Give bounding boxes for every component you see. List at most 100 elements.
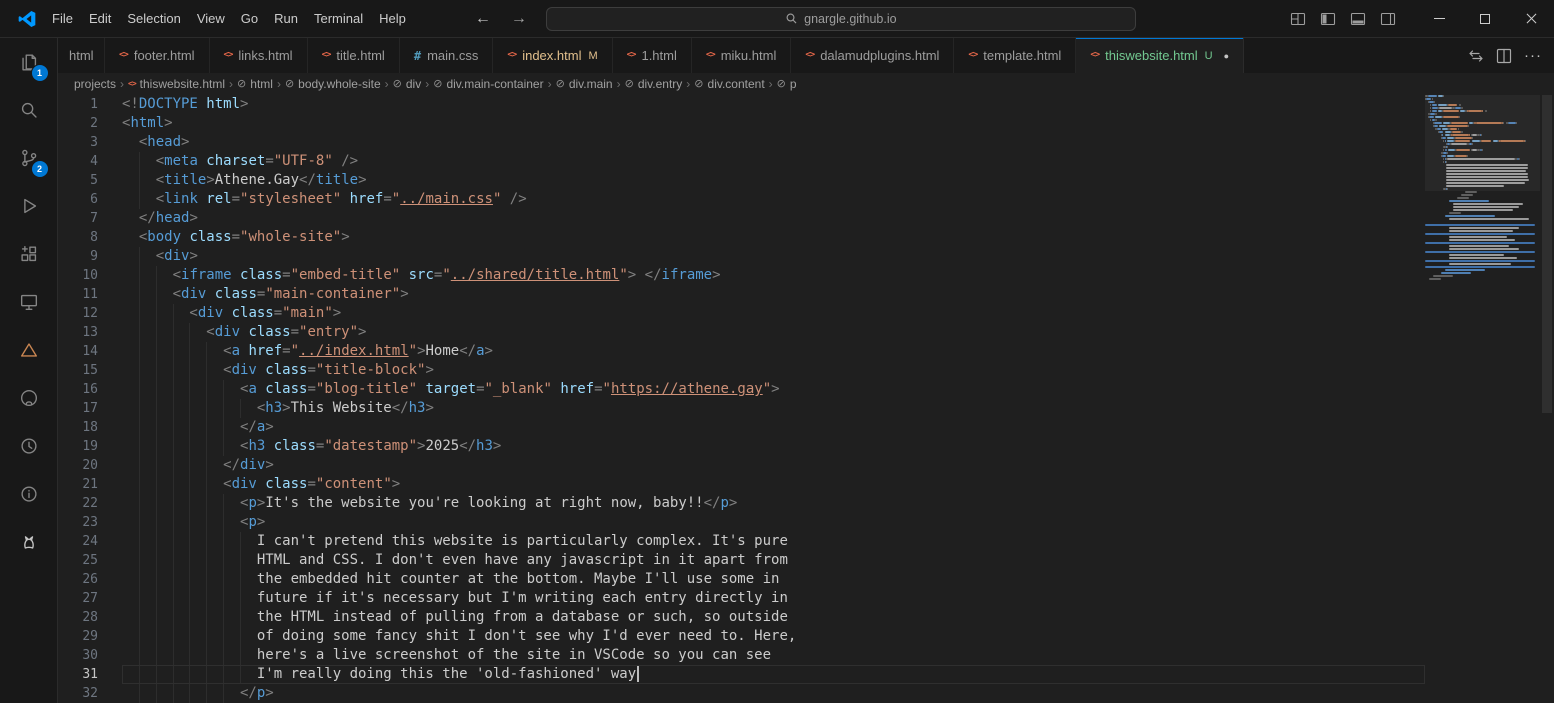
code-line[interactable]: 22 <p>It's the website you're looking at… — [58, 494, 1425, 513]
line-number[interactable]: 31 — [58, 665, 98, 684]
timeline-icon[interactable] — [5, 422, 53, 470]
code-line[interactable]: 11 <div class="main-container"> — [58, 285, 1425, 304]
split-editor-icon[interactable] — [1496, 48, 1512, 64]
code-line[interactable]: 25 HTML and CSS. I don't even have any j… — [58, 551, 1425, 570]
line-number[interactable]: 13 — [58, 323, 98, 342]
code-line[interactable]: 2<html> — [58, 114, 1425, 133]
customize-layout-icon[interactable] — [1286, 7, 1310, 31]
toggle-panel-icon[interactable] — [1346, 7, 1370, 31]
tab-links.html[interactable]: <>links.html — [210, 38, 308, 73]
vertical-scrollbar[interactable] — [1540, 95, 1554, 703]
code-line[interactable]: 6 <link rel="stylesheet" href="../main.c… — [58, 190, 1425, 209]
run-debug-icon[interactable] — [5, 182, 53, 230]
code-line[interactable]: 9 <div> — [58, 247, 1425, 266]
code-line[interactable]: 16 <a class="blog-title" target="_blank"… — [58, 380, 1425, 399]
line-number[interactable]: 15 — [58, 361, 98, 380]
maximize-button[interactable] — [1462, 0, 1508, 38]
info-extension-icon[interactable] — [5, 470, 53, 518]
tab-main.css[interactable]: #main.css — [400, 38, 494, 73]
tab-template.html[interactable]: <>template.html — [954, 38, 1076, 73]
code-line[interactable]: 14 <a href="../index.html">Home</a> — [58, 342, 1425, 361]
line-number[interactable]: 27 — [58, 589, 98, 608]
minimap[interactable] — [1425, 95, 1540, 703]
line-number[interactable]: 16 — [58, 380, 98, 399]
code-line[interactable]: 28 the HTML instead of pulling from a da… — [58, 608, 1425, 627]
code-line[interactable]: 17 <h3>This Website</h3> — [58, 399, 1425, 418]
line-number[interactable]: 20 — [58, 456, 98, 475]
line-number[interactable]: 7 — [58, 209, 98, 228]
code-line[interactable]: 30 here's a live screenshot of the site … — [58, 646, 1425, 665]
code-line[interactable]: 21 <div class="content"> — [58, 475, 1425, 494]
code-line[interactable]: 10 <iframe class="embed-title" src="../s… — [58, 266, 1425, 285]
line-number[interactable]: 1 — [58, 95, 98, 114]
line-number[interactable]: 24 — [58, 532, 98, 551]
extensions-icon[interactable] — [5, 230, 53, 278]
remote-explorer-icon[interactable] — [5, 278, 53, 326]
menu-go[interactable]: Go — [233, 7, 266, 30]
line-number[interactable]: 2 — [58, 114, 98, 133]
code-line[interactable]: 5 <title>Athene.Gay</title> — [58, 171, 1425, 190]
breadcrumb-div-entry[interactable]: ⊘div.entry — [625, 77, 683, 91]
menu-run[interactable]: Run — [266, 7, 306, 30]
code-line[interactable]: 12 <div class="main"> — [58, 304, 1425, 323]
line-number[interactable]: 29 — [58, 627, 98, 646]
breadcrumb-body-whole-site[interactable]: ⊘body.whole-site — [285, 77, 381, 91]
line-number[interactable]: 17 — [58, 399, 98, 418]
line-number[interactable]: 9 — [58, 247, 98, 266]
github-icon[interactable] — [5, 374, 53, 422]
line-number[interactable]: 25 — [58, 551, 98, 570]
breadcrumb-div[interactable]: ⊘div — [393, 77, 422, 91]
code-line[interactable]: 23 <p> — [58, 513, 1425, 532]
tab-title.html[interactable]: <>title.html — [308, 38, 400, 73]
breadcrumb-thiswebsite-html[interactable]: <>thiswebsite.html — [128, 77, 225, 91]
scrollbar-thumb[interactable] — [1542, 95, 1552, 413]
tab-dalamudplugins.html[interactable]: <>dalamudplugins.html — [791, 38, 954, 73]
breadcrumb-p[interactable]: ⊘p — [777, 77, 797, 91]
minimize-button[interactable] — [1416, 0, 1462, 38]
search-icon[interactable] — [5, 86, 53, 134]
forward-arrow-icon[interactable]: → — [502, 10, 536, 28]
code-line[interactable]: 13 <div class="entry"> — [58, 323, 1425, 342]
dirty-indicator-icon[interactable]: ● — [1224, 51, 1229, 61]
line-number[interactable]: 21 — [58, 475, 98, 494]
menu-terminal[interactable]: Terminal — [306, 7, 371, 30]
code-line[interactable]: 4 <meta charset="UTF-8" /> — [58, 152, 1425, 171]
code-line[interactable]: 24 I can't pretend this website is parti… — [58, 532, 1425, 551]
menu-edit[interactable]: Edit — [81, 7, 119, 30]
open-changes-icon[interactable] — [1468, 48, 1484, 64]
menu-view[interactable]: View — [189, 7, 233, 30]
line-number[interactable]: 30 — [58, 646, 98, 665]
line-number[interactable]: 11 — [58, 285, 98, 304]
menu-help[interactable]: Help — [371, 7, 414, 30]
menu-selection[interactable]: Selection — [119, 7, 188, 30]
more-actions-icon[interactable]: ··· — [1524, 47, 1542, 64]
line-number[interactable]: 23 — [58, 513, 98, 532]
line-number[interactable]: 6 — [58, 190, 98, 209]
toggle-primary-sidebar-icon[interactable] — [1316, 7, 1340, 31]
tab-thiswebsite.html[interactable]: <>thiswebsite.htmlU● — [1076, 38, 1244, 73]
code-line[interactable]: 8 <body class="whole-site"> — [58, 228, 1425, 247]
line-number[interactable]: 19 — [58, 437, 98, 456]
line-number[interactable]: 18 — [58, 418, 98, 437]
explorer-icon[interactable]: 1 — [5, 38, 53, 86]
breadcrumb-div-main[interactable]: ⊘div.main — [556, 77, 613, 91]
breadcrumb-projects[interactable]: projects — [74, 77, 116, 91]
code-line[interactable]: 27 future if it's necessary but I'm writ… — [58, 589, 1425, 608]
minimap-slider[interactable] — [1425, 95, 1540, 191]
line-number[interactable]: 8 — [58, 228, 98, 247]
line-number[interactable]: 4 — [58, 152, 98, 171]
code-line[interactable]: 29 of doing some fancy shit I don't see … — [58, 627, 1425, 646]
line-number[interactable]: 28 — [58, 608, 98, 627]
tab-html[interactable]: html — [58, 38, 105, 73]
code-line[interactable]: 19 <h3 class="datestamp">2025</h3> — [58, 437, 1425, 456]
line-number[interactable]: 10 — [58, 266, 98, 285]
line-number[interactable]: 5 — [58, 171, 98, 190]
tab-1.html[interactable]: <>1.html — [613, 38, 692, 73]
code-line[interactable]: 20 </div> — [58, 456, 1425, 475]
tab-index.html[interactable]: <>index.htmlM — [493, 38, 612, 73]
breadcrumb-html[interactable]: ⊘html — [237, 77, 273, 91]
source-control-icon[interactable]: 2 — [5, 134, 53, 182]
back-arrow-icon[interactable]: ← — [466, 10, 500, 28]
line-number[interactable]: 12 — [58, 304, 98, 323]
code-line[interactable]: 18 </a> — [58, 418, 1425, 437]
